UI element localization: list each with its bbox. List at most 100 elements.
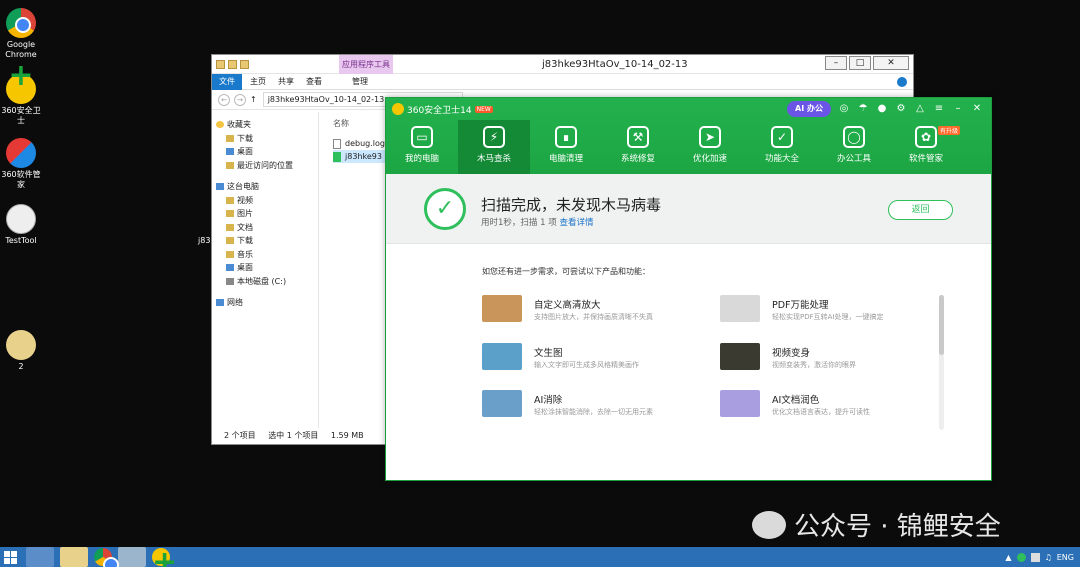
recommend-name: AI文档润色 bbox=[772, 395, 820, 406]
taskbar: ▲ ♫ ENG bbox=[0, 545, 1080, 567]
tab-label: 系统修复 bbox=[620, 154, 655, 164]
skin-icon[interactable]: ◎ bbox=[838, 103, 850, 115]
tab-system-repair[interactable]: ⚒ 系统修复 bbox=[602, 120, 674, 174]
scrollbar-thumb[interactable] bbox=[939, 295, 944, 355]
tab-view[interactable]: 查看 bbox=[306, 76, 322, 87]
tab-all-features[interactable]: ✓ 功能大全 bbox=[746, 120, 818, 174]
back-button[interactable]: ← bbox=[218, 93, 230, 106]
watermark-text: 公众号 · 锦鲤安全 bbox=[794, 512, 1001, 542]
nav-item-desktop-pc[interactable]: 桌面 bbox=[216, 261, 318, 275]
taskbar-app[interactable] bbox=[118, 547, 146, 567]
maximize-button[interactable]: □ bbox=[849, 56, 871, 70]
tab-share[interactable]: 共享 bbox=[278, 76, 294, 87]
office-icon: ◯ bbox=[843, 126, 865, 148]
nav-label: 收藏夹 bbox=[227, 120, 251, 130]
tab-speedup[interactable]: ➤ 优化加速 bbox=[674, 120, 746, 174]
nav-favorites[interactable]: 收藏夹 bbox=[216, 118, 318, 132]
settings-icon[interactable]: ⚙ bbox=[895, 103, 907, 115]
nav-item-downloads-pc[interactable]: 下载 bbox=[216, 234, 318, 248]
desktop-icon-testtool[interactable]: TestTool bbox=[0, 204, 42, 246]
recommend-item-video[interactable]: 视频变身 视频变装秀，激活你的眼界 bbox=[720, 343, 940, 373]
tab-trojan-scan[interactable]: ⚡ 木马查杀 bbox=[458, 120, 530, 174]
language-indicator[interactable]: ENG bbox=[1057, 553, 1074, 562]
menu-icon[interactable]: ≡ bbox=[933, 103, 945, 115]
recommend-item-ai-polish[interactable]: AI文档润色 优化文档语言表达，提升可读性 bbox=[720, 390, 940, 420]
tray-volume-icon[interactable]: ♫ bbox=[1045, 553, 1052, 562]
tab-office-tools[interactable]: ◯ 办公工具 bbox=[818, 120, 890, 174]
tab-home[interactable]: 主页 bbox=[250, 76, 266, 87]
nav-item-videos[interactable]: 视频 bbox=[216, 194, 318, 208]
360-software-manager-icon bbox=[6, 138, 36, 168]
download-folder-icon bbox=[226, 237, 234, 245]
taskbar-chrome[interactable] bbox=[94, 548, 119, 567]
nav-item-desktop[interactable]: 桌面 bbox=[216, 145, 318, 159]
security360-window[interactable]: 360安全卫士14 NEW AI 办公 ◎ ☂ ● ⚙ △ ≡ – ✕ ▭ 我的电… bbox=[385, 97, 992, 481]
tray-360-icon[interactable] bbox=[1016, 552, 1026, 562]
nav-item-documents[interactable]: 文档 bbox=[216, 221, 318, 235]
ai-office-button[interactable]: AI 办公 bbox=[787, 101, 831, 117]
recommend-desc: 输入文字即可生成多风格精美画作 bbox=[534, 361, 639, 369]
tab-manage[interactable]: 管理 bbox=[352, 76, 368, 87]
recommend-name: AI消除 bbox=[534, 395, 563, 406]
taskbar-360-security[interactable] bbox=[152, 545, 170, 567]
forward-button[interactable]: → bbox=[234, 93, 246, 106]
start-button[interactable] bbox=[0, 547, 20, 567]
recommend-intro: 如您还有进一步需求，可尝试以下产品和功能： bbox=[482, 267, 650, 276]
recommend-thumbnail bbox=[720, 295, 760, 322]
file-row-selected[interactable]: j83hke93 bbox=[333, 150, 393, 163]
desktop-icon-360-software-manager[interactable]: 360软件管家 bbox=[0, 138, 42, 190]
app-title: 360安全卫士14 bbox=[407, 105, 472, 116]
nav-item-recent[interactable]: 最近访问的位置 bbox=[216, 159, 318, 173]
nav-network[interactable]: 网络 bbox=[216, 296, 318, 310]
new-folder-icon[interactable] bbox=[240, 59, 249, 69]
tray-network-icon[interactable] bbox=[1030, 552, 1040, 562]
tab-my-computer[interactable]: ▭ 我的电脑 bbox=[386, 120, 458, 174]
nav-item-local-disk[interactable]: 本地磁盘 (C:) bbox=[216, 275, 318, 289]
properties-icon[interactable] bbox=[228, 59, 237, 69]
tab-file[interactable]: 文件 bbox=[212, 73, 242, 90]
nav-item-pictures[interactable]: 图片 bbox=[216, 207, 318, 221]
close-button[interactable]: ✕ bbox=[971, 103, 983, 115]
view-details-link[interactable]: 查看详情 bbox=[559, 218, 593, 228]
close-button[interactable]: ✕ bbox=[873, 56, 909, 70]
recommend-name: 视频变身 bbox=[772, 348, 811, 359]
nav-item-music[interactable]: 音乐 bbox=[216, 248, 318, 262]
recommend-scrollbar[interactable] bbox=[939, 295, 944, 430]
taskbar-server-manager[interactable] bbox=[26, 547, 54, 567]
desktop-icon-label: 360安全卫士 bbox=[1, 106, 41, 125]
nav-this-pc[interactable]: 这台电脑 bbox=[216, 180, 318, 194]
recommend-item-text-to-image[interactable]: 文生图 输入文字即可生成多风格精美画作 bbox=[482, 343, 702, 373]
desktop-icon-360-security[interactable]: 360安全卫士 bbox=[0, 71, 42, 126]
context-tab-app-tools[interactable]: 应用程序工具 bbox=[339, 55, 393, 74]
nav-label: 文档 bbox=[237, 222, 253, 232]
help-icon[interactable] bbox=[897, 76, 907, 87]
nav-item-downloads[interactable]: 下载 bbox=[216, 132, 318, 146]
recommend-item-hd-upscale[interactable]: 自定义高清放大 支持图片放大，并保持画质清晰不失真 bbox=[482, 295, 702, 325]
security360-titlebar[interactable]: 360安全卫士14 NEW AI 办公 ◎ ☂ ● ⚙ △ ≡ – ✕ bbox=[386, 98, 991, 120]
taskbar-file-explorer[interactable] bbox=[60, 547, 88, 567]
shield-icon: ⚡ bbox=[483, 126, 505, 148]
recommend-desc: 轻松实现PDF互转AI处理，一键搞定 bbox=[772, 313, 884, 321]
nav-label: 这台电脑 bbox=[227, 182, 259, 192]
tab-cleanup[interactable]: ∎ 电脑清理 bbox=[530, 120, 602, 174]
avatar[interactable]: ● bbox=[876, 103, 888, 115]
explorer-titlebar[interactable]: 应用程序工具 j83hke93HtaOv_10-14_02-13 – □ ✕ bbox=[212, 55, 913, 74]
back-button[interactable]: 返回 bbox=[888, 200, 953, 220]
tray-expand-icon[interactable]: ▲ bbox=[1005, 553, 1011, 562]
minimize-button[interactable]: – bbox=[952, 103, 964, 115]
text-file-icon bbox=[333, 138, 341, 149]
shirt-icon[interactable]: △ bbox=[914, 103, 926, 115]
minimize-button[interactable]: – bbox=[825, 56, 847, 70]
desktop-icon-folder-2[interactable]: 2 bbox=[0, 330, 42, 372]
umbrella-icon[interactable]: ☂ bbox=[857, 103, 869, 115]
recommend-item-ai-erase[interactable]: AI消除 轻松涂抹智能消除，去除一切无用元素 bbox=[482, 390, 702, 420]
up-arrow-icon[interactable]: ↑ bbox=[250, 95, 257, 104]
recommend-name: 文生图 bbox=[534, 348, 563, 359]
quick-access-toolbar bbox=[216, 59, 249, 69]
tab-label: 我的电脑 bbox=[404, 154, 439, 164]
desktop-icon-label: 2 bbox=[18, 362, 24, 371]
desktop-icon-chrome[interactable]: Google Chrome bbox=[0, 8, 42, 60]
folder-icon[interactable] bbox=[216, 59, 225, 69]
tab-software-manager[interactable]: ✿ 软件管家 有升级 bbox=[890, 120, 962, 174]
recommend-item-pdf[interactable]: PDF万能处理 轻松实现PDF互转AI处理，一键搞定 bbox=[720, 295, 940, 325]
